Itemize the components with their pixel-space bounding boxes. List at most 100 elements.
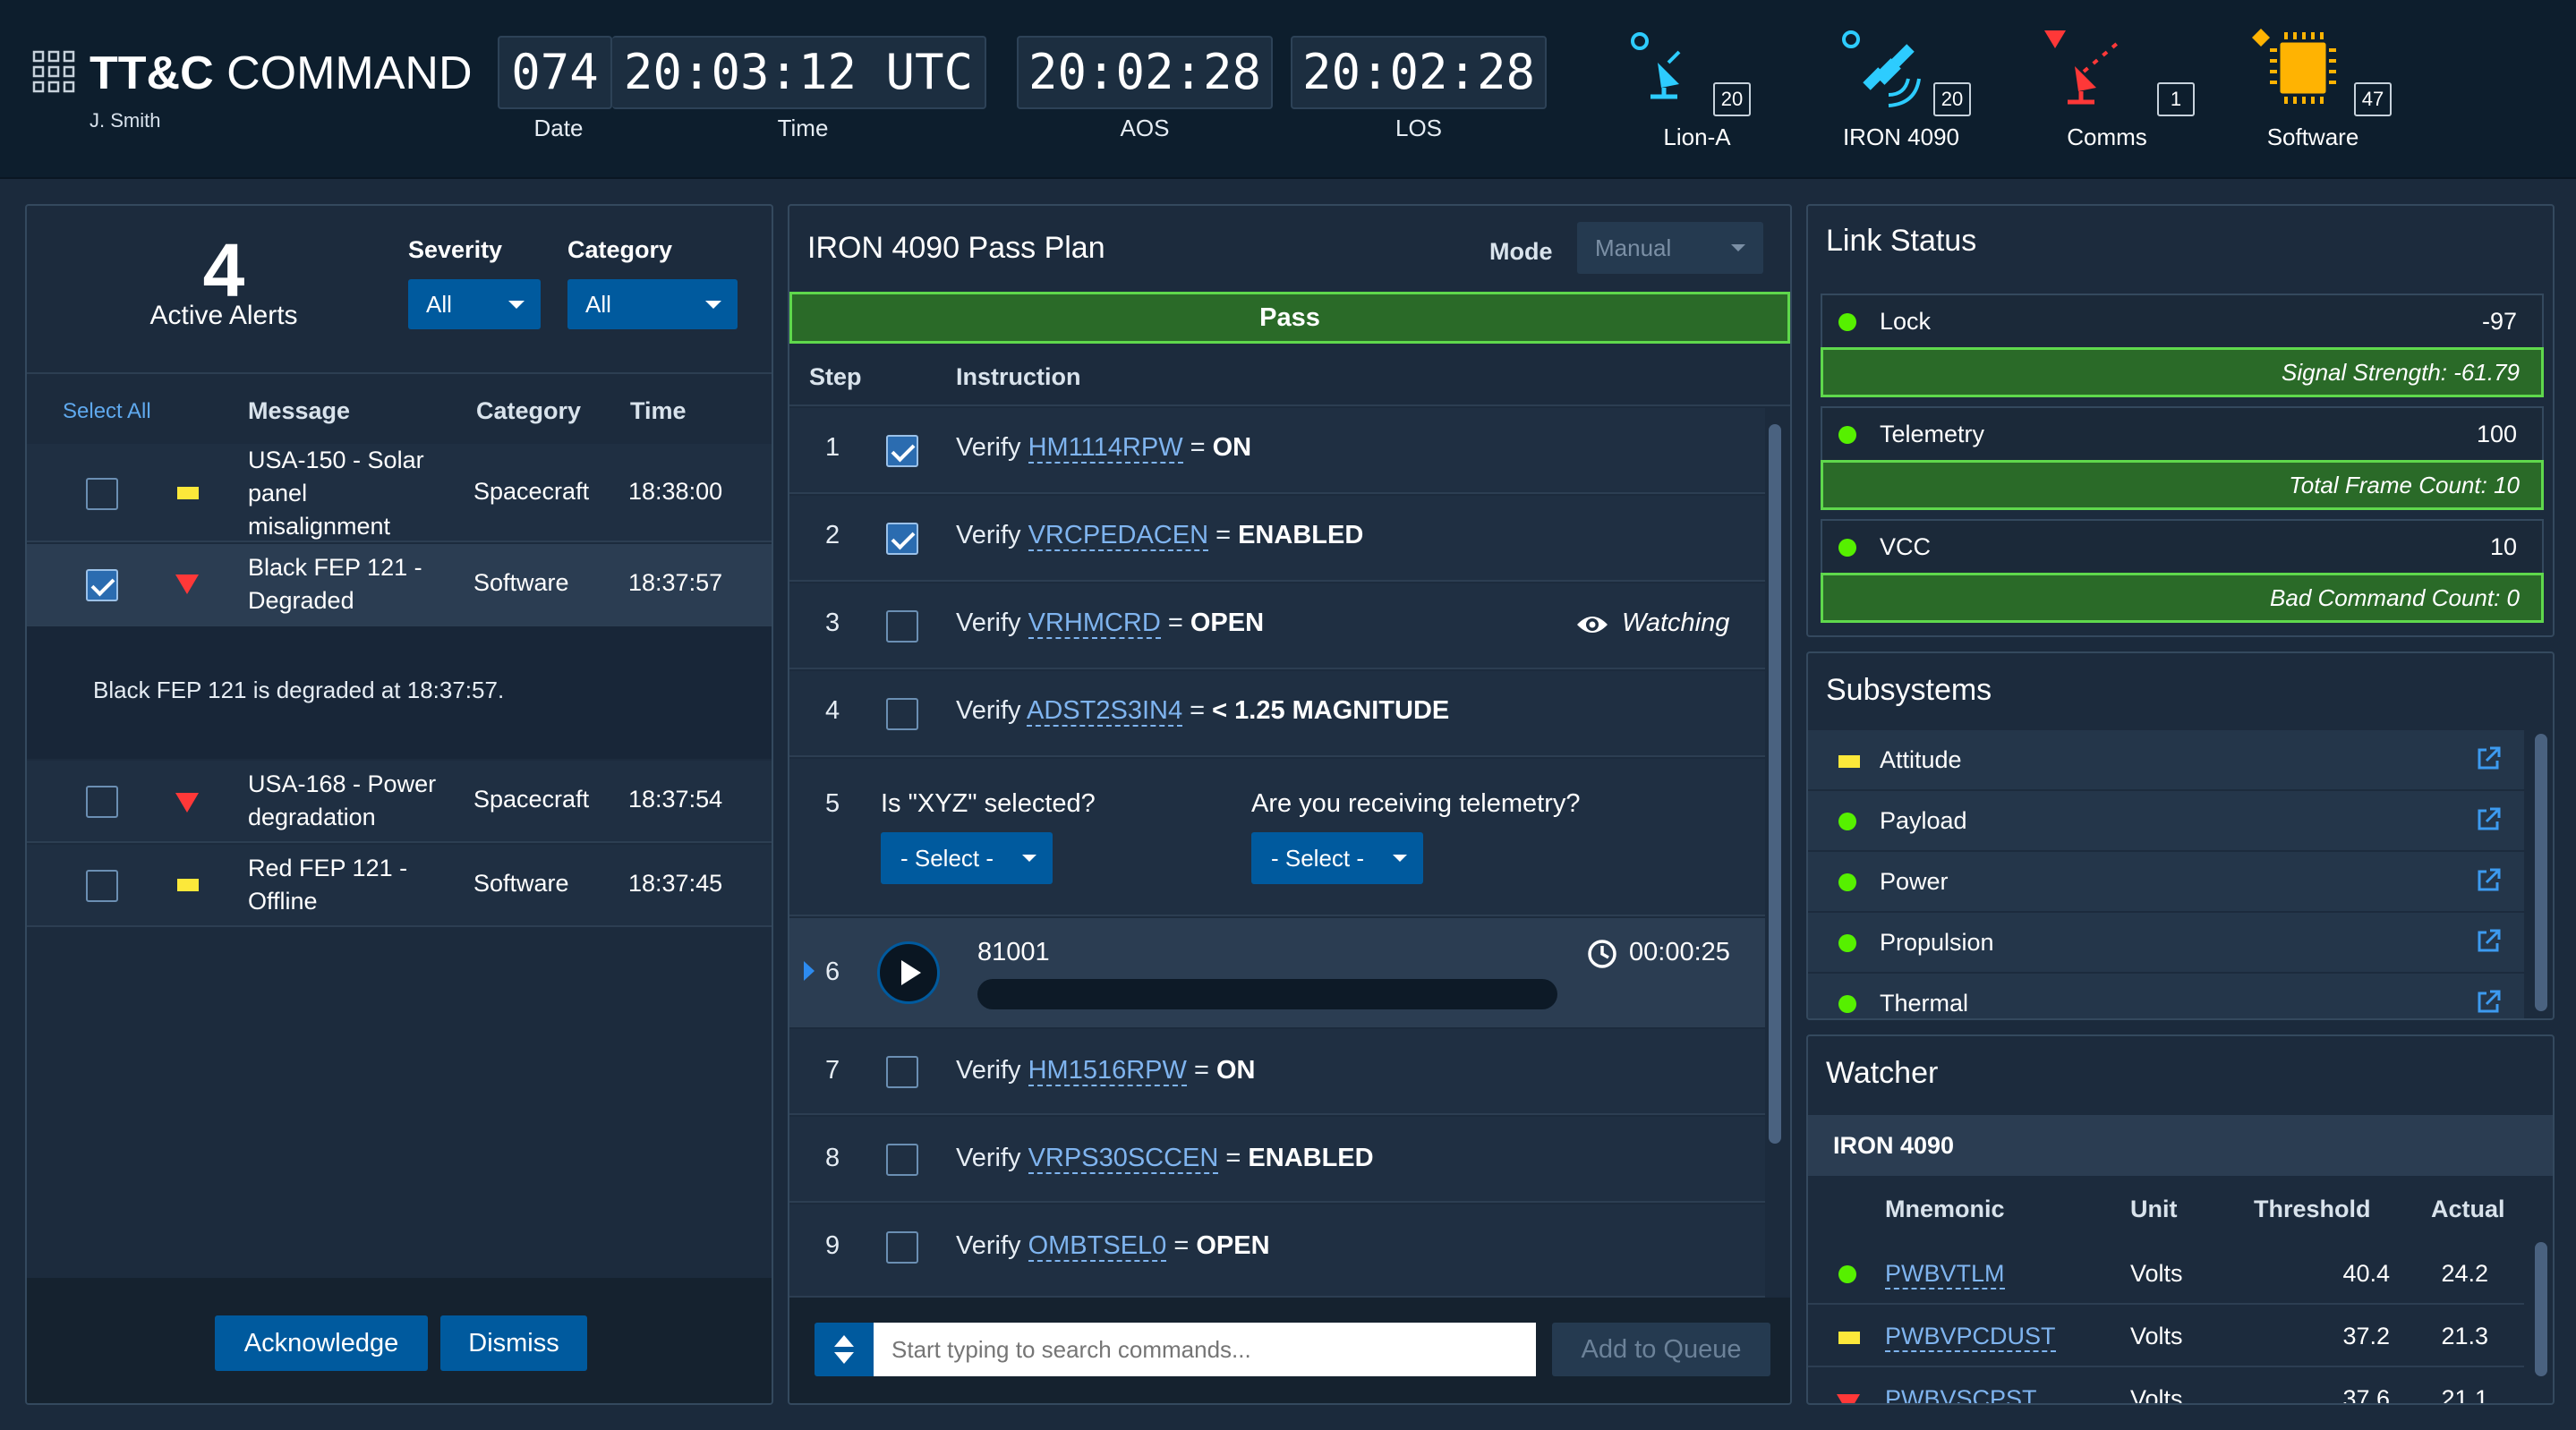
play-button[interactable] [877, 941, 940, 1004]
external-link-icon[interactable] [2474, 866, 2503, 895]
acknowledge-button[interactable]: Acknowledge [215, 1315, 428, 1371]
watcher-unit: Volts [2130, 1385, 2183, 1405]
status-comms[interactable]: 1 [2041, 25, 2195, 123]
subsystem-row-propulsion[interactable]: Propulsion [1808, 913, 2524, 974]
step-number: 4 [825, 696, 840, 725]
status-count-badge: 20 [1933, 82, 1971, 116]
date-clock: 074 [498, 36, 612, 109]
command-search-input[interactable] [874, 1323, 1536, 1376]
alert-row[interactable]: USA-150 - Solar panel misalignment Space… [27, 444, 772, 542]
step-row-active[interactable]: 6 81001 00:00:25 [789, 918, 1765, 1027]
alert-row[interactable]: Black FEP 121 - Degraded Software 18:37:… [27, 544, 772, 626]
app-title: TT&C COMMAND [90, 45, 473, 102]
watcher-scrollbar[interactable] [2535, 1242, 2547, 1376]
mnemonic-link[interactable]: VRHMCRD [1028, 609, 1161, 639]
status-software[interactable]: 47 [2248, 25, 2392, 123]
step-row[interactable]: 2 Verify VRCPEDACEN = ENABLED [789, 496, 1765, 582]
mode-select[interactable]: Manual [1577, 222, 1763, 274]
external-link-icon[interactable] [2474, 745, 2503, 773]
step-number: 8 [825, 1144, 840, 1172]
status-count-badge: 47 [2354, 82, 2392, 116]
los-clock: 20:02:28 [1291, 36, 1547, 109]
subsystem-row-attitude[interactable]: Attitude [1808, 730, 2524, 791]
step-row[interactable]: 5 Is "XYZ" selected? Are you receiving t… [789, 759, 1765, 916]
critical-status-icon [1837, 1394, 1860, 1403]
subsystem-row-thermal[interactable]: Thermal [1808, 974, 2524, 1018]
mnemonic-link[interactable]: PWBVPCDUST [1885, 1323, 2056, 1352]
step-checkbox[interactable] [886, 1056, 918, 1088]
step-checkbox[interactable] [886, 1144, 918, 1176]
link-metric-bar: Bad Command Count: 0 [1821, 573, 2544, 623]
step-select[interactable]: - Select - [1251, 832, 1423, 884]
mnemonic-link[interactable]: PWBVTLM [1885, 1260, 2005, 1290]
mnemonic-link[interactable]: HM1114RPW [1028, 433, 1183, 464]
pass-plan-scrollbar[interactable] [1769, 424, 1781, 1144]
external-link-icon[interactable] [2474, 988, 2503, 1017]
step-operator: = [1193, 1056, 1209, 1085]
select-all-link[interactable]: Select All [63, 399, 151, 424]
time-clock: 20:03:12 UTC [612, 36, 986, 109]
mnemonic-link[interactable]: VRCPEDACEN [1028, 521, 1209, 551]
step-row[interactable]: 9 Verify OMBTSEL0 = OPEN [789, 1204, 1765, 1298]
normal-status-icon [1838, 313, 1856, 331]
alert-checkbox[interactable] [86, 870, 118, 902]
alert-message: Black FEP 121 - Degraded [248, 554, 422, 614]
step-operator: = [1190, 433, 1206, 462]
mnemonic-link[interactable]: OMBTSEL0 [1028, 1231, 1167, 1262]
step-checkbox[interactable] [886, 610, 918, 643]
alert-time: 18:37:57 [628, 569, 723, 596]
subsystem-name: Thermal [1880, 990, 1969, 1017]
mnemonic-link[interactable]: VRPS30SCCEN [1028, 1144, 1219, 1174]
watcher-row[interactable]: PWBVTLM Volts 40.4 24.2 [1808, 1244, 2524, 1305]
alerts-table-header: Select All Message Category Time [27, 372, 772, 444]
subsystem-row-power[interactable]: Power [1808, 852, 2524, 913]
step-value: OPEN [1190, 609, 1265, 637]
mnemonic-link[interactable]: ADST2S3IN4 [1027, 696, 1183, 727]
alert-checkbox[interactable] [86, 569, 118, 601]
alert-row[interactable]: USA-168 - Power degradation Spacecraft 1… [27, 761, 772, 843]
normal-status-icon [1838, 426, 1856, 444]
watcher-actual: 21.1 [2441, 1385, 2488, 1405]
subsystem-name: Attitude [1880, 746, 1962, 773]
app-grid-icon[interactable] [32, 50, 75, 93]
col-step: Step [809, 363, 862, 390]
step-row[interactable]: 4 Verify ADST2S3IN4 = < 1.25 MAGNITUDE [789, 671, 1765, 757]
step-question: Is "XYZ" selected? [881, 789, 1096, 818]
step-row[interactable]: 1 Verify HM1114RPW = ON [789, 408, 1765, 494]
caution-status-icon [177, 879, 199, 891]
step-row[interactable]: 3 Verify VRHMCRD = OPEN Watching [789, 583, 1765, 669]
watcher-threshold: 40.4 [2342, 1260, 2390, 1287]
step-operator: = [1225, 1144, 1241, 1172]
status-lion-a[interactable]: 20 [1624, 25, 1751, 123]
step-checkbox[interactable] [886, 523, 918, 555]
subsystem-row-payload[interactable]: Payload [1808, 791, 2524, 852]
command-sort-toggle[interactable] [815, 1323, 874, 1376]
step-instruction: Verify VRCPEDACEN = ENABLED [956, 521, 1363, 551]
watcher-row[interactable]: PWBVPCDUST Volts 37.2 21.3 [1808, 1307, 2524, 1367]
add-to-queue-button[interactable]: Add to Queue [1552, 1323, 1770, 1376]
status-iron-4090[interactable]: 20 [1837, 25, 1971, 123]
user-name: J. Smith [90, 109, 161, 132]
external-link-icon[interactable] [2474, 927, 2503, 956]
step-checkbox[interactable] [886, 698, 918, 730]
mnemonic-link[interactable]: HM1516RPW [1028, 1056, 1187, 1086]
link-metric-bar: Signal Strength: -61.79 [1821, 347, 2544, 397]
external-link-icon[interactable] [2474, 805, 2503, 834]
col-time: Time [630, 397, 687, 424]
watcher-row[interactable]: PWBVSCPST Volts 37.6 21.1 [1808, 1369, 2524, 1405]
step-checkbox[interactable] [886, 1231, 918, 1264]
step-row[interactable]: 7 Verify HM1516RPW = ON [789, 1029, 1765, 1115]
alert-checkbox[interactable] [86, 786, 118, 818]
pass-plan-title: IRON 4090 Pass Plan [807, 231, 1105, 265]
mnemonic-link[interactable]: PWBVSCPST [1885, 1385, 2037, 1403]
step-row[interactable]: 8 Verify VRPS30SCCEN = ENABLED [789, 1117, 1765, 1203]
category-select[interactable]: All [567, 279, 738, 329]
step-select[interactable]: - Select - [881, 832, 1053, 884]
link-status-title: Link Status [1826, 224, 1977, 258]
alert-row[interactable]: Red FEP 121 - Offline Software 18:37:45 [27, 845, 772, 927]
alert-checkbox[interactable] [86, 478, 118, 510]
step-checkbox[interactable] [886, 435, 918, 467]
severity-select[interactable]: All [408, 279, 541, 329]
subsystems-scrollbar[interactable] [2535, 734, 2547, 1011]
dismiss-button[interactable]: Dismiss [440, 1315, 587, 1371]
